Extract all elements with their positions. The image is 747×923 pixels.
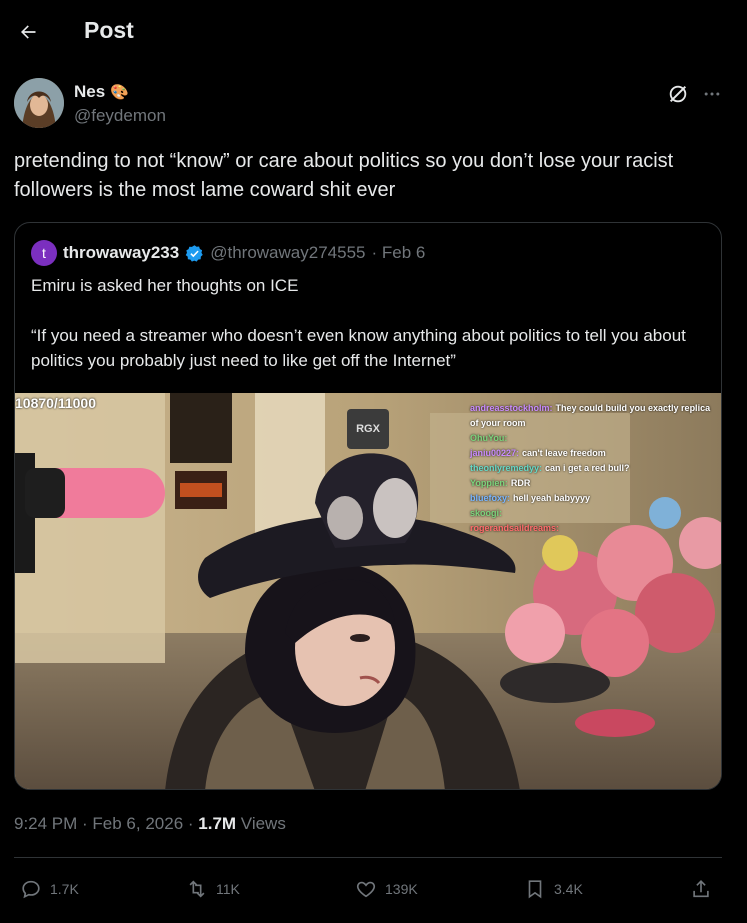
author-avatar[interactable] (14, 78, 64, 128)
palette-emoji-icon: 🎨 (110, 84, 129, 101)
reply-button[interactable]: 1.7K (20, 870, 79, 908)
post-author: Nes 🎨 @feydemon (14, 78, 720, 130)
divider (14, 857, 722, 858)
avatar-image (14, 78, 64, 128)
page-title: Post (84, 17, 134, 43)
stream-counter-overlay: 10870/11000 (15, 395, 96, 411)
quoted-post-text: Emiru is asked her thoughts on ICE “If y… (31, 273, 711, 398)
chat-line: janiu00227: can't leave freedom (470, 448, 606, 458)
reply-count: 1.7K (50, 881, 79, 897)
quoted-post[interactable]: t throwaway233 @throwaway274555 · Feb 6 … (14, 222, 722, 790)
chat-line: OhuYou: (470, 433, 508, 443)
quoted-author-avatar[interactable]: t (31, 240, 57, 266)
post-meta: 9:24 PM · Feb 6, 2026 · 1.7M Views (14, 814, 286, 834)
post-timestamp[interactable]: 9:24 PM · Feb 6, 2026 · (14, 814, 198, 833)
quoted-text-line2: “If you need a streamer who doesn’t even… (31, 326, 686, 370)
stream-chat-overlay: andreasstockholm: They could build you ex… (470, 401, 720, 536)
quoted-post-date: · Feb 6 (371, 243, 426, 262)
chat-line: skoogi: (470, 508, 503, 518)
author-handle[interactable]: @feydemon (74, 106, 166, 126)
author-name-text: Nes (74, 82, 106, 101)
action-bar: 1.7K 11K 139K 3.4K (14, 870, 722, 910)
views-label: Views (236, 814, 286, 833)
bookmark-count: 3.4K (554, 881, 583, 897)
more-options-button[interactable] (698, 80, 726, 108)
back-button[interactable] (12, 14, 44, 50)
repost-button[interactable]: 11K (186, 870, 240, 908)
quoted-author-handle: @throwaway274555 (210, 243, 366, 262)
quoted-text-line1: Emiru is asked her thoughts on ICE (31, 276, 299, 295)
quoted-video[interactable]: 10870/11000 RGX andreasstockholm: They co… (15, 393, 721, 789)
repost-icon (189, 880, 205, 898)
post-text: pretending to not “know” or care about p… (14, 150, 674, 201)
chat-line: andreasstockholm: They could build you ex… (470, 403, 711, 428)
grok-button[interactable] (664, 80, 692, 108)
share-icon (693, 880, 709, 898)
chat-line: rogerandsaildreams: (470, 523, 560, 533)
top-bar: Post (0, 0, 735, 64)
bookmark-icon (528, 880, 542, 899)
views-count: 1.7M (198, 814, 237, 833)
quoted-post-header: t throwaway233 @throwaway274555 · Feb 6 (31, 239, 425, 267)
bookmark-button[interactable]: 3.4K (524, 870, 583, 908)
heart-icon (356, 881, 376, 898)
chat-line: Yoppien: RDR (470, 478, 531, 488)
more-dots-icon (704, 92, 720, 96)
chat-line: theonlyremedyy: can i get a red bull? (470, 463, 630, 473)
like-button[interactable]: 139K (355, 870, 418, 908)
arrow-left-icon (21, 25, 36, 39)
rgx-logo-overlay: RGX (347, 409, 389, 449)
reply-icon (22, 880, 40, 899)
author-name[interactable]: Nes 🎨 (74, 82, 129, 102)
share-button[interactable] (690, 870, 712, 908)
like-count: 139K (385, 881, 418, 897)
chat-line: bluefoxy: hell yeah babyyyy (470, 493, 591, 503)
verified-badge-icon (185, 244, 203, 262)
quoted-author-name[interactable]: throwaway233 (63, 243, 179, 263)
repost-count: 11K (216, 881, 240, 897)
grok-icon (669, 85, 687, 103)
